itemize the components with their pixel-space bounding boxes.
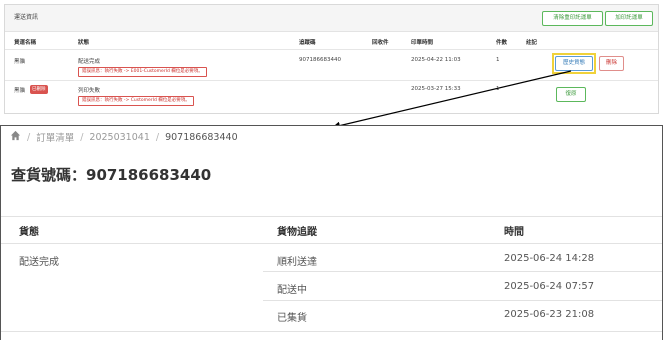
history-row1-time: 2025-06-24 14:28 — [504, 253, 595, 264]
history-header-divider — [1, 243, 662, 244]
home-icon[interactable] — [10, 130, 21, 144]
col-header-status: 狀態 — [78, 40, 90, 46]
history-row1-track: 順利送達 — [277, 257, 317, 268]
panel-header: 運送資訊 清除重印託運單 加印託運單 — [5, 5, 658, 32]
row1-error-message: 錯誤訊息：執行失敗 -> E001-CustomerId 欄位是必要項。 — [78, 67, 207, 77]
history-bottom-divider — [1, 331, 662, 332]
history-row-divider — [263, 300, 662, 301]
row-divider — [5, 80, 658, 81]
page-title: 查貨號碼：907186683440 — [11, 166, 212, 184]
shipping-info-panel: 運送資訊 清除重印託運單 加印託運單 貨運名稱 狀態 追蹤碼 回收件 印單時間 … — [4, 4, 659, 114]
row2-carrier: 黑貓 — [14, 88, 26, 94]
add-print-button[interactable]: 加印託運單 — [605, 11, 653, 26]
row2-print-time: 2025-03-27 15:33 — [411, 86, 461, 92]
breadcrumb-orders-link[interactable]: 訂單清單 — [36, 130, 74, 144]
history-row3-time: 2025-06-23 21:08 — [504, 309, 595, 320]
row1-count: 1 — [496, 57, 500, 63]
row1-carrier: 黑貓 — [14, 59, 26, 65]
panel-title: 運送資訊 — [14, 14, 39, 21]
row1-print-time: 2025-04-22 11:03 — [411, 57, 461, 63]
col-header-note: 註記 — [526, 40, 538, 46]
row2-error-message: 錯誤訊息：執行失敗 -> CustomerId 欄位是必要項。 — [78, 96, 194, 106]
delete-button[interactable]: 刪除 — [599, 56, 624, 71]
breadcrumb-separator: / — [27, 131, 31, 143]
breadcrumb-current: 907186683440 — [165, 131, 238, 143]
history-row2-track: 配送中 — [277, 285, 307, 296]
clear-reprint-button[interactable]: 清除重印託運單 — [542, 11, 603, 26]
col-header-return: 回收件 — [372, 40, 389, 46]
breadcrumb: / 訂單清單 / 2025031041 / 907186683440 — [10, 130, 238, 144]
row1-tracking: 907186683440 — [299, 57, 341, 63]
history-status-button[interactable]: 歷史貨態 — [555, 56, 593, 71]
restore-button[interactable]: 復原 — [556, 87, 586, 102]
row2-count: 1 — [496, 86, 500, 92]
col-header-print-time: 印單時間 — [411, 40, 434, 46]
history-row-divider — [263, 271, 662, 272]
header-divider — [5, 49, 658, 50]
history-header-time: 時間 — [504, 227, 524, 238]
deleted-badge: 已刪除 — [30, 85, 48, 94]
breadcrumb-separator: / — [80, 131, 84, 143]
title-divider — [1, 216, 662, 217]
breadcrumb-order-link[interactable]: 2025031041 — [89, 132, 149, 143]
history-row3-track: 已集貨 — [277, 313, 307, 324]
history-header-tracking: 貨物追蹤 — [277, 227, 317, 238]
breadcrumb-separator: / — [155, 131, 160, 143]
col-header-tracking: 追蹤碼 — [299, 40, 316, 46]
row1-status: 配送完成 — [78, 59, 101, 65]
history-header-status: 貨態 — [19, 227, 39, 238]
row2-status: 列印失敗 — [78, 88, 101, 94]
col-header-count: 件數 — [496, 40, 508, 46]
col-header-carrier: 貨運名稱 — [14, 40, 37, 46]
tracking-history-panel: / 訂單清單 / 2025031041 / 907186683440 查貨號碼：… — [0, 125, 663, 340]
history-row1-status: 配送完成 — [19, 257, 59, 268]
history-row2-time: 2025-06-24 07:57 — [504, 281, 595, 292]
